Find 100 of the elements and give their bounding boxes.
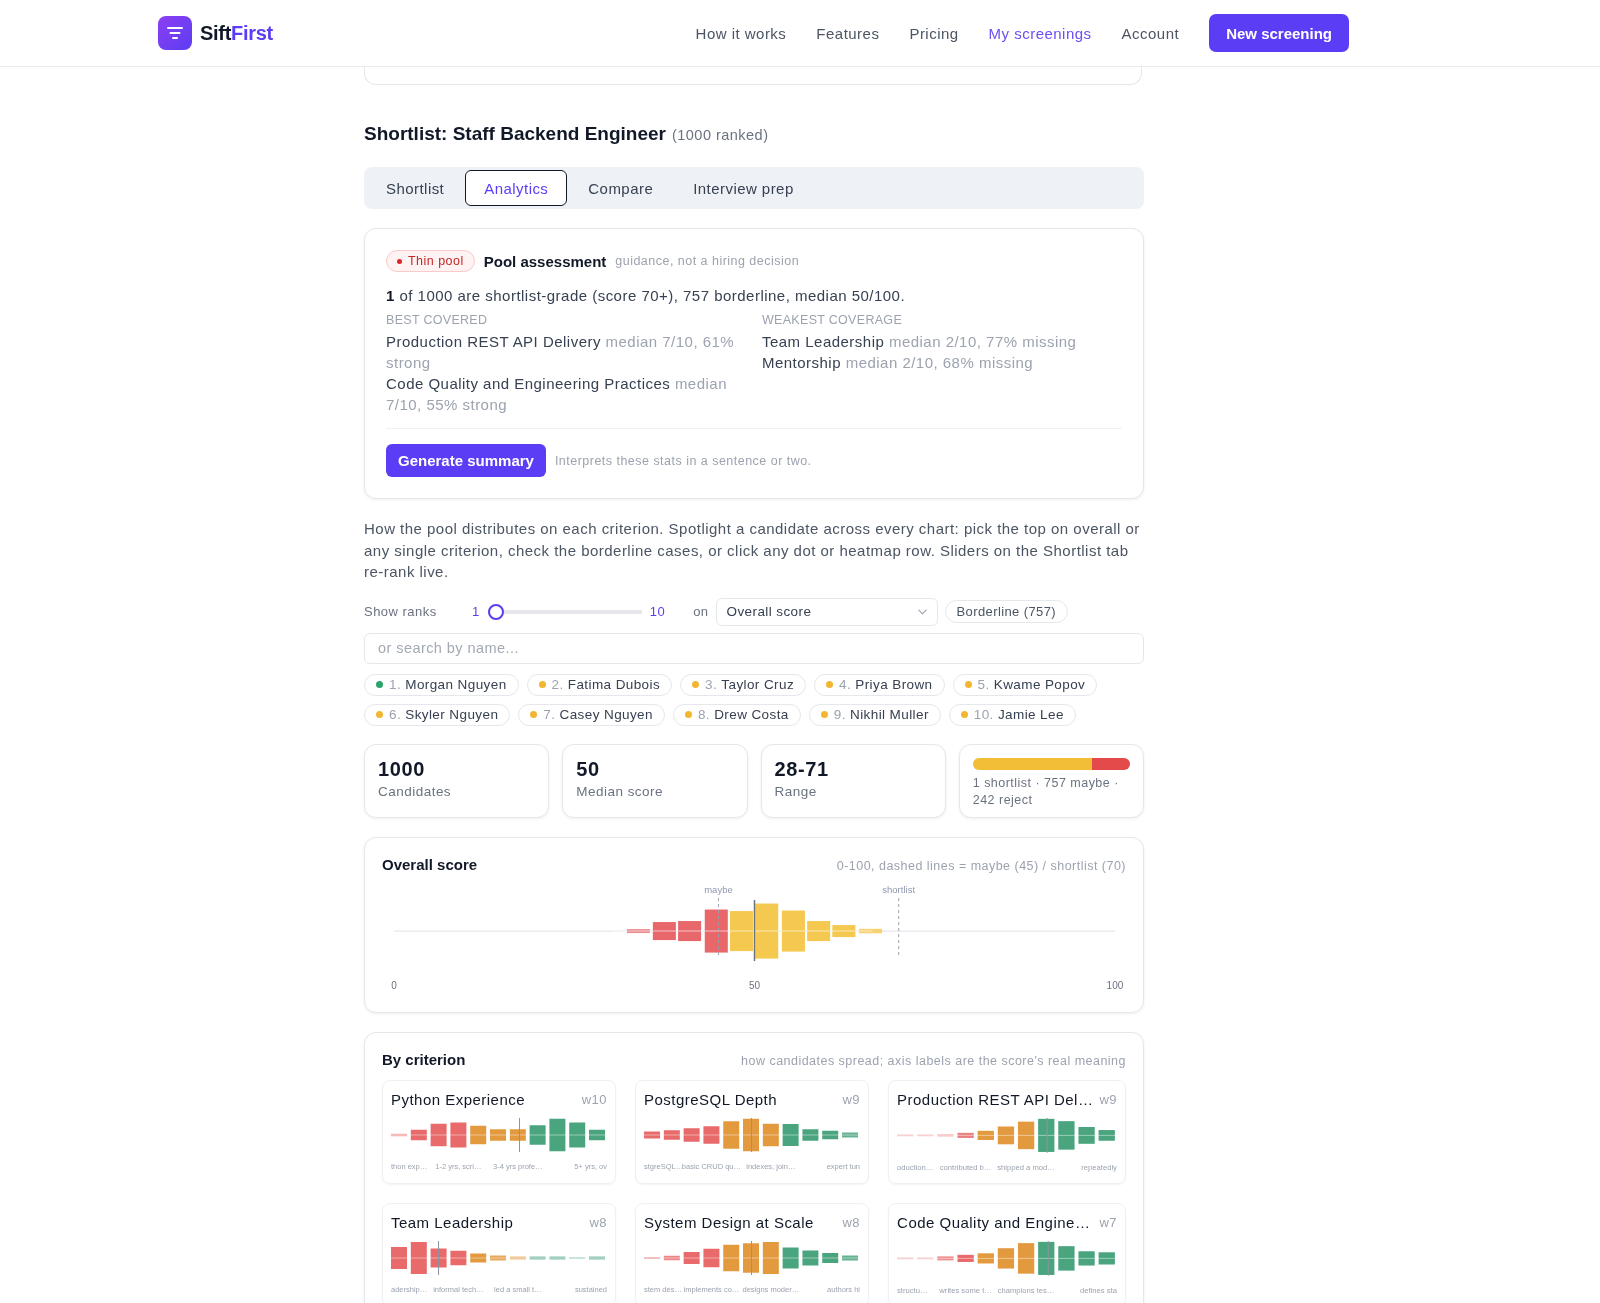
median-line <box>751 1240 753 1276</box>
histogram-bar <box>937 1134 954 1137</box>
threshold-line <box>898 897 900 958</box>
candidate-chip[interactable]: 5. Kwame Popov <box>952 673 1098 696</box>
histogram-bar <box>569 1122 586 1148</box>
histogram-bar <box>723 1244 740 1271</box>
chart-note: 0-100, dashed lines = maybe (45) / shortlist (70) <box>836 858 1126 873</box>
histogram-bar <box>391 1246 407 1269</box>
chart-title: By criterion <box>382 1049 466 1070</box>
nav-link[interactable]: My screenings <box>988 24 1092 42</box>
candidate-chip[interactable]: 10. Jamie Lee <box>948 703 1076 726</box>
candidate-chip[interactable]: 6. Skyler Nguyen <box>364 703 511 726</box>
badge-label: Thin pool <box>408 254 464 268</box>
histogram-bar <box>782 1123 799 1146</box>
median-line <box>1046 1117 1048 1153</box>
histogram-bar <box>782 1247 799 1269</box>
chart-title: Overall score <box>382 854 478 875</box>
histogram-bar <box>755 903 779 959</box>
stat-value: 1000 <box>378 756 426 781</box>
threshold-label: shortlist <box>882 883 916 895</box>
threshold-line <box>717 897 719 958</box>
tab[interactable]: Shortlist <box>367 170 464 206</box>
histogram-bar <box>1098 1129 1115 1141</box>
metric-dropdown[interactable]: Overall score <box>715 597 938 626</box>
histogram-bar <box>549 1256 566 1260</box>
coverage-item: Team Leadership median 2/10, 77% missing <box>762 332 1078 352</box>
histogram-bar <box>589 1129 605 1140</box>
histogram-bar <box>842 1132 859 1138</box>
stat-caption: 1 shortlist · 757 maybe · 242 reject <box>972 774 1120 809</box>
median-line <box>1047 1240 1049 1276</box>
histogram-bar <box>1058 1245 1075 1271</box>
histogram-bar <box>410 1241 427 1274</box>
tab[interactable]: Compare <box>569 170 673 206</box>
median-line <box>438 1240 439 1276</box>
nav-link[interactable]: Features <box>816 24 880 42</box>
criterion-name: Python Experience <box>391 1091 526 1109</box>
new-screening-button[interactable]: New screening <box>1209 14 1349 52</box>
histogram-bar <box>663 1129 680 1140</box>
histogram-bar <box>509 1256 526 1260</box>
candidate-chip[interactable]: 4. Priya Brown <box>814 673 945 696</box>
threshold-label: maybe <box>704 883 733 895</box>
logo-icon[interactable] <box>158 16 192 50</box>
nav-link[interactable]: How it works <box>695 24 787 42</box>
histogram-bar <box>450 1122 467 1148</box>
histogram-bar <box>529 1256 546 1260</box>
intro-text: How the pool distributes on each criterion. Spotlight a candidate across every chart: pick the top on overall or any single criterion, check the borderline cases, or click any dot or heatmap row. Sliders on the Shortlist tab re-rank live. <box>364 519 1141 582</box>
criterion-name: PostgreSQL Depth <box>644 1091 778 1109</box>
tab[interactable]: Analytics <box>465 170 568 206</box>
histogram-bar <box>1078 1250 1095 1266</box>
histogram-bar <box>781 910 805 952</box>
slider-max-value: 10 <box>649 604 666 619</box>
median-line <box>519 1117 520 1153</box>
histogram-bar <box>410 1129 427 1140</box>
tab[interactable]: Interview prep <box>674 170 813 206</box>
nav-link[interactable]: Account <box>1121 24 1180 42</box>
histogram-bar <box>1058 1120 1075 1150</box>
axis-tick-label: 50 <box>748 979 761 991</box>
histogram-bar <box>490 1255 506 1261</box>
histogram-bar <box>1078 1126 1095 1144</box>
filter-chip[interactable]: Borderline (757) <box>944 600 1069 623</box>
histogram-bar <box>997 1247 1015 1269</box>
candidate-chip[interactable]: 3. Taylor Cruz <box>680 673 807 696</box>
histogram-bar <box>802 1250 819 1266</box>
candidate-chip[interactable]: 8. Drew Costa <box>672 703 801 726</box>
histogram-bar <box>762 1241 779 1274</box>
histogram-bar <box>762 1123 779 1146</box>
histogram-bar <box>549 1118 566 1151</box>
histogram-bar <box>678 920 702 941</box>
generate-summary-button[interactable]: Generate summary <box>386 444 546 477</box>
logo-text[interactable]: SiftFirst <box>200 21 273 45</box>
page-title: Shortlist: Staff Backend Engineer <box>364 122 666 146</box>
status-dot-icon <box>397 258 402 264</box>
slider-min-value: 1 <box>472 604 480 619</box>
on-label: on <box>693 604 709 619</box>
candidate-chip[interactable]: 9. Nikhil Muller <box>808 703 941 726</box>
criterion-weight: w9 <box>842 1092 861 1108</box>
candidate-chip[interactable]: 7. Casey Nguyen <box>518 703 665 726</box>
section-title: Pool assessment <box>483 252 607 270</box>
candidate-chip[interactable]: 2. Fatima Dubois <box>526 673 673 696</box>
histogram-bar <box>1098 1251 1115 1265</box>
histogram-bar <box>529 1124 546 1145</box>
search-field[interactable]: or search by name... <box>364 632 1144 664</box>
histogram-bar <box>470 1125 487 1144</box>
histogram-bar <box>1038 1118 1055 1152</box>
nav-link[interactable]: Pricing <box>909 24 959 42</box>
column-heading: BEST COVERED <box>386 312 489 329</box>
axis-tick-label: 100 <box>1106 979 1124 991</box>
histogram-bar <box>490 1128 506 1141</box>
section-note: guidance, not a hiring decision <box>615 254 800 268</box>
candidate-chip[interactable]: 1. Morgan Nguyen <box>364 673 519 696</box>
stat-label: Median score <box>576 782 665 801</box>
histogram-bar <box>859 928 883 933</box>
criterion-name: Code Quality and Engine… <box>897 1214 1091 1232</box>
criterion-name: Production REST API Del… <box>897 1091 1094 1109</box>
histogram-bar <box>626 928 650 933</box>
criterion-weight: w10 <box>581 1092 608 1108</box>
axis-tick-label: 0 <box>391 979 397 991</box>
slider-thumb[interactable] <box>487 603 504 620</box>
median-line <box>751 1117 753 1153</box>
histogram-bar <box>683 1127 700 1142</box>
